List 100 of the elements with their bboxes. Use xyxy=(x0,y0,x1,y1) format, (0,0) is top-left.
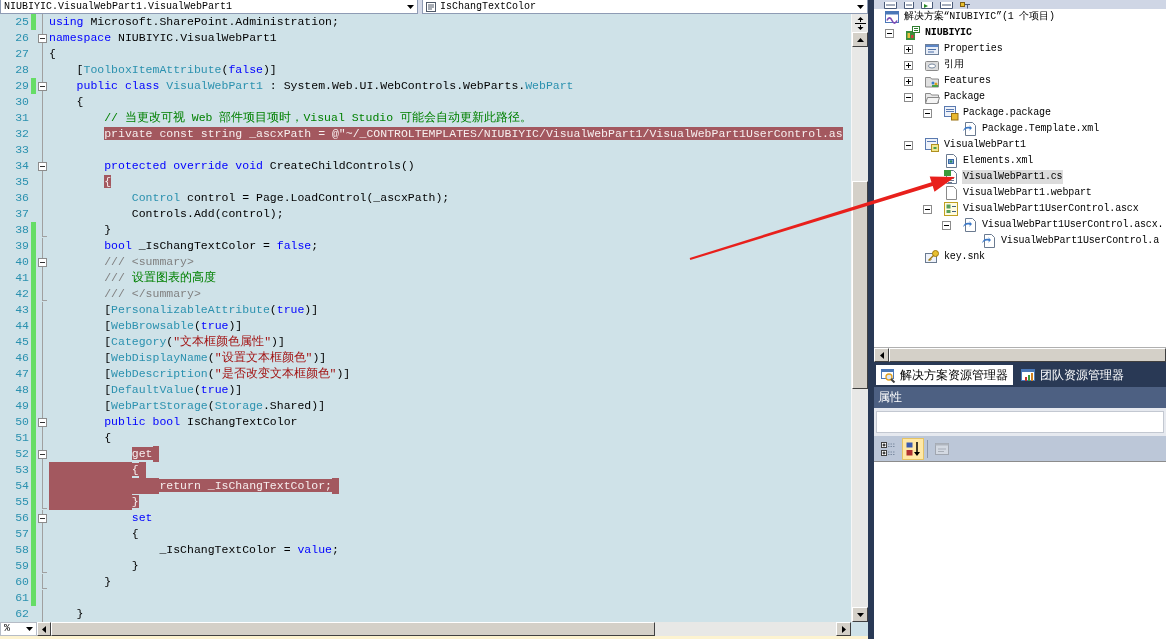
line-number: 39 xyxy=(15,238,29,254)
line-number: 27 xyxy=(15,46,29,62)
tree-item[interactable]: Elements.xml xyxy=(962,154,1035,168)
window-icon[interactable] xyxy=(940,2,953,9)
line-number: 54 xyxy=(15,478,29,494)
code-line: { xyxy=(104,430,112,446)
tree-item[interactable]: VisualWebPart1UserControl.a xyxy=(1000,234,1160,248)
expand-icon[interactable] xyxy=(904,60,913,70)
code-line: /// <summary> xyxy=(104,254,194,270)
code-line: public bool IsChangTextColor xyxy=(104,414,298,430)
tab[interactable]: 解决方案资源管理器 xyxy=(876,365,1013,385)
panel-title: 属性 xyxy=(874,387,1166,408)
line-number: 29 xyxy=(15,78,29,94)
collapse-icon[interactable] xyxy=(38,449,47,459)
code-line: { xyxy=(76,94,84,110)
tree-item[interactable]: Features xyxy=(943,74,992,88)
window-icon[interactable] xyxy=(884,2,897,9)
line-number: 34 xyxy=(15,158,29,174)
scroll-right-button[interactable] xyxy=(836,622,851,636)
vertical-scrollbar[interactable] xyxy=(851,14,868,622)
line-number: 59 xyxy=(15,558,29,574)
collapse-icon[interactable] xyxy=(904,92,913,102)
member-selector[interactable]: IsChangTextColor xyxy=(422,0,868,14)
code-line: /// 设置图表的高度 xyxy=(104,270,216,286)
project-icon xyxy=(905,25,921,41)
diagram-icon[interactable] xyxy=(960,2,971,9)
code-line: /// </summary> xyxy=(104,286,201,302)
code-line: return _IsChangTextColor; xyxy=(159,478,339,494)
line-number: 61 xyxy=(15,590,29,606)
tree-item[interactable]: Package xyxy=(943,90,986,104)
key-file-icon xyxy=(924,249,940,265)
expand-icon[interactable] xyxy=(904,44,913,54)
code-line: Controls.Add(control); xyxy=(131,206,284,222)
scroll-left-button[interactable] xyxy=(37,622,51,636)
code-line: } xyxy=(131,558,139,574)
chart-window-icon xyxy=(1020,367,1036,383)
categorized-icon xyxy=(880,440,896,457)
left-arrow-icon xyxy=(879,351,884,359)
linked-file-icon xyxy=(962,217,978,233)
page-arrow-icon[interactable] xyxy=(921,2,933,9)
line-number: 35 xyxy=(15,174,29,190)
object-selector-field[interactable] xyxy=(876,411,1164,433)
code-line: [WebBrowsable(true)] xyxy=(104,318,243,334)
tree-item[interactable]: key.snk xyxy=(943,250,986,264)
tree-item[interactable]: VisualWebPart1UserControl.ascx xyxy=(962,202,1140,216)
type-selector[interactable]: NIUBIYIC.VisualWebPart1.VisualWebPart1 xyxy=(0,0,418,14)
line-number: 41 xyxy=(15,270,29,286)
collapse-icon[interactable] xyxy=(942,220,951,230)
tree-item[interactable]: 引用 xyxy=(943,58,965,72)
page-icon[interactable] xyxy=(904,2,914,9)
linked-file-icon xyxy=(962,121,978,137)
tree-item[interactable]: Package.Template.xml xyxy=(981,122,1101,136)
code-line: public class VisualWebPart1 : System.Web.UI.WebControls.WebParts.WebPart xyxy=(76,78,574,94)
collapse-icon[interactable] xyxy=(38,33,47,43)
collapse-icon[interactable] xyxy=(38,417,47,427)
line-number: 50 xyxy=(15,414,29,430)
split-button[interactable] xyxy=(852,14,868,32)
line-number: 55 xyxy=(15,494,29,510)
tree-item[interactable]: 解决方案“NIUBIYIC”(1 个项目) xyxy=(903,10,1056,24)
scroll-up-button[interactable] xyxy=(852,32,868,47)
code-line: namespace NIUBIYIC.VisualWebPart1 xyxy=(49,30,277,46)
line-number: 47 xyxy=(15,366,29,382)
collapse-icon[interactable] xyxy=(923,108,932,118)
left-arrow-icon xyxy=(42,625,46,633)
tab[interactable]: 团队资源管理器 xyxy=(1016,365,1129,385)
tree-item[interactable]: Properties xyxy=(943,42,1004,56)
scrollbar-thumb[interactable] xyxy=(852,181,868,389)
tree-item[interactable]: VisualWebPart1 xyxy=(943,138,1027,152)
collapse-icon[interactable] xyxy=(885,28,894,38)
scrollbar-thumb[interactable] xyxy=(51,622,655,636)
collapse-icon[interactable] xyxy=(38,513,47,523)
code-line: private const string _ascxPath = @"~/_CONTROLTEMPLATES/NIUBIYIC/VisualWebPart1/VisualWebPart1UserControl.as xyxy=(104,126,843,142)
collapse-icon[interactable] xyxy=(923,204,932,214)
collapse-icon[interactable] xyxy=(904,140,913,150)
horizontal-scrollbar[interactable] xyxy=(37,622,851,636)
collapse-icon[interactable] xyxy=(38,81,47,91)
line-number: 31 xyxy=(15,110,29,126)
code-line: [WebPartStorage(Storage.Shared)] xyxy=(104,398,326,414)
collapse-icon[interactable] xyxy=(38,161,47,171)
alphabetical-button[interactable] xyxy=(902,437,924,460)
line-number: 32 xyxy=(15,126,29,142)
sort-icon xyxy=(905,440,921,457)
scroll-down-button[interactable] xyxy=(852,607,868,622)
line-number: 30 xyxy=(15,94,29,110)
tree-item[interactable]: VisualWebPart1UserControl.ascx. xyxy=(981,218,1165,232)
tree-item[interactable]: NIUBIYIC xyxy=(924,26,973,40)
scroll-left-button[interactable] xyxy=(874,348,889,362)
line-number: 45 xyxy=(15,334,29,350)
collapse-icon[interactable] xyxy=(38,257,47,267)
line-number: 36 xyxy=(15,190,29,206)
linked-file-icon xyxy=(981,233,997,249)
up-arrow-icon xyxy=(856,37,864,42)
zoom-combo[interactable]: % xyxy=(0,622,37,636)
tree-item[interactable]: Package.package xyxy=(962,106,1052,120)
tree-item[interactable]: VisualWebPart1.webpart xyxy=(962,186,1093,200)
caret-icon xyxy=(407,4,414,9)
expand-icon[interactable] xyxy=(904,76,913,86)
tree-item[interactable]: VisualWebPart1.cs xyxy=(962,170,1064,184)
code-line: } xyxy=(76,606,84,622)
line-number: 57 xyxy=(15,526,29,542)
